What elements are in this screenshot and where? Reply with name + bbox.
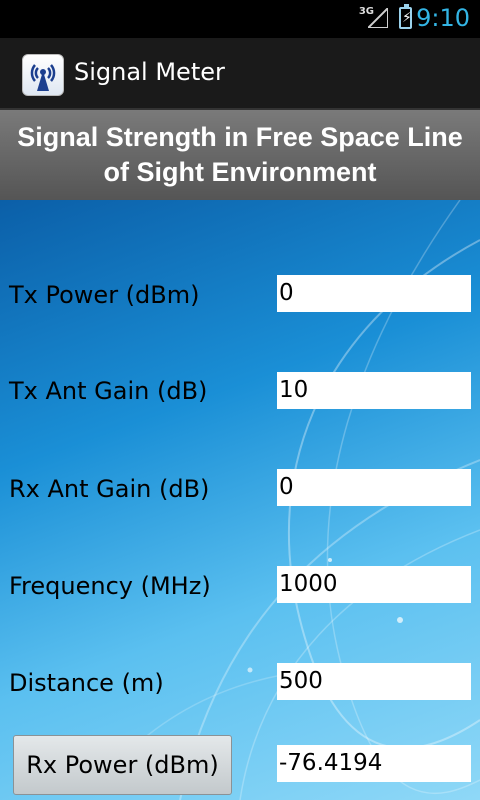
distance-label: Distance (m)	[9, 669, 164, 697]
action-bar: Signal Meter	[0, 38, 480, 110]
tx-ant-gain-label: Tx Ant Gain (dB)	[9, 377, 208, 405]
frequency-label: Frequency (MHz)	[9, 572, 211, 600]
calculator-form: Tx Power (dBm) 0 Tx Ant Gain (dB) 10 Rx …	[0, 200, 480, 800]
signal-strength-icon	[368, 8, 388, 28]
distance-input[interactable]: 500	[277, 663, 471, 700]
rx-ant-gain-input[interactable]: 0	[277, 469, 471, 506]
app-title: Signal Meter	[74, 58, 225, 86]
status-bar: 3G ⚡ 9:10	[0, 0, 480, 38]
rx-ant-gain-label: Rx Ant Gain (dB)	[9, 475, 210, 503]
tx-power-input[interactable]: 0	[277, 275, 471, 312]
tx-ant-gain-input[interactable]: 10	[277, 372, 471, 409]
rx-power-button[interactable]: Rx Power (dBm)	[13, 735, 232, 795]
frequency-input[interactable]: 1000	[277, 566, 471, 603]
battery-icon: ⚡	[399, 4, 412, 29]
tx-power-label: Tx Power (dBm)	[9, 281, 200, 309]
page-title: Signal Strength in Free Space Line of Si…	[0, 110, 480, 200]
rx-power-output: -76.4194	[277, 745, 471, 782]
antenna-icon[interactable]	[22, 54, 64, 96]
status-time: 9:10	[416, 4, 470, 32]
